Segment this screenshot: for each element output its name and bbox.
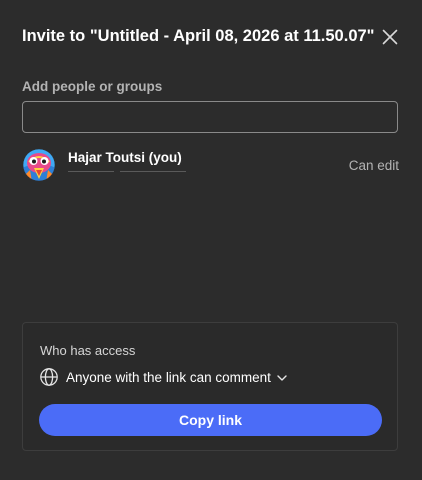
add-people-input[interactable] (22, 101, 398, 133)
link-access-dropdown[interactable]: Anyone with the link can comment (39, 367, 288, 387)
close-button[interactable] (378, 25, 402, 49)
collaborator-name: Hajar Toutsi (you) (68, 150, 182, 165)
access-panel: Who has access Anyone with the link can … (22, 322, 398, 451)
globe-icon (40, 368, 58, 386)
copy-link-button[interactable]: Copy link (39, 404, 382, 436)
invite-dialog: Invite to "Untitled - April 08, 2026 at … (0, 0, 422, 480)
collaborator-email-redacted (68, 171, 186, 175)
link-access-setting: Anyone with the link can comment (66, 369, 271, 385)
avatar-illustration (22, 148, 56, 182)
permission-dropdown[interactable]: Can edit (349, 158, 399, 173)
add-people-label: Add people or groups (22, 79, 163, 94)
who-has-access-label: Who has access (40, 343, 136, 358)
close-icon (382, 29, 398, 45)
chevron-down-icon (277, 375, 287, 381)
avatar (22, 148, 56, 182)
dialog-title: Invite to "Untitled - April 08, 2026 at … (22, 27, 375, 45)
